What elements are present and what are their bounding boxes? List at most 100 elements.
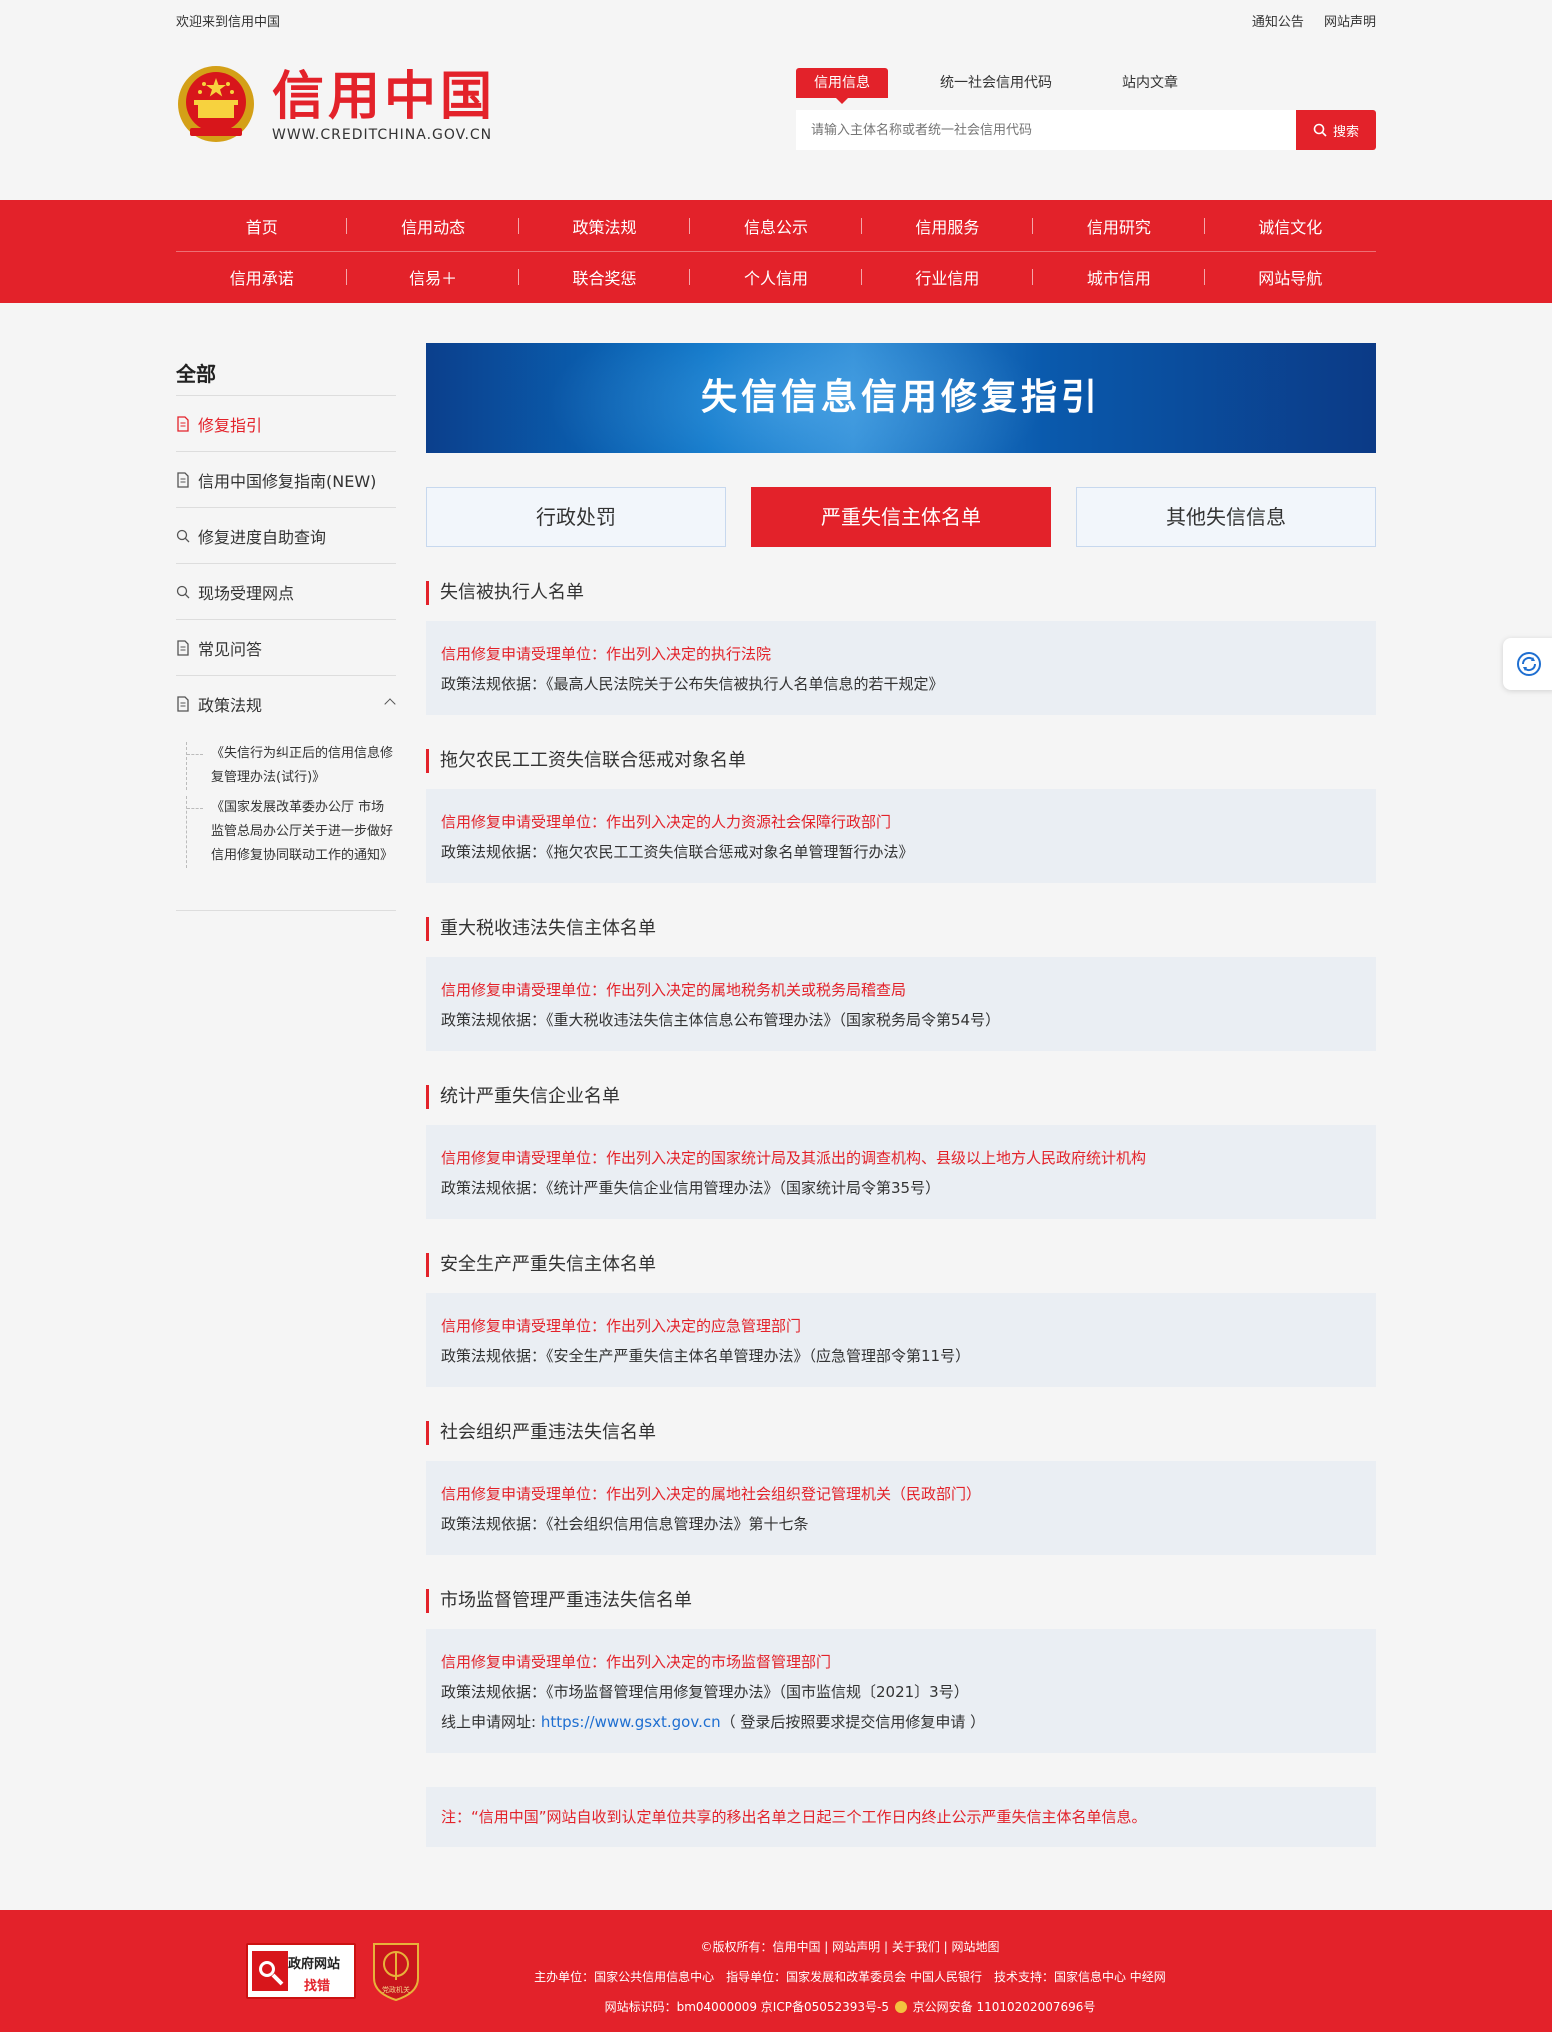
nav-credit-research[interactable]: 信用研究 xyxy=(1033,214,1205,238)
nav-site-navigation[interactable]: 网站导航 xyxy=(1205,265,1376,289)
nav-industry-credit[interactable]: 行业信用 xyxy=(862,265,1034,289)
sidebar-sub-item[interactable]: 《失信行为纠正后的信用信息修复管理办法(试行)》 xyxy=(186,742,396,790)
search-icon xyxy=(1313,123,1327,137)
section-basis: 政策法规依据：《社会组织信用信息管理办法》第十七条 xyxy=(441,1515,809,1533)
search-button[interactable]: 搜索 xyxy=(1296,110,1376,150)
search-panel: 信用信息 统一社会信用代码 站内文章 搜索 xyxy=(796,68,1376,150)
magnifier-icon xyxy=(252,1951,288,1991)
online-url-link[interactable]: https://www.gsxt.gov.cn xyxy=(541,1713,721,1731)
category-tabs: 行政处罚 严重失信主体名单 其他失信信息 xyxy=(426,487,1376,547)
footer-registration: 网站标识码：bm04000009 京ICP备05052393号-5 京公网安备 … xyxy=(400,1992,1300,2022)
statement-link[interactable]: 网站声明 xyxy=(1324,15,1376,30)
gov-site-error-badge[interactable]: 政府网站 找错 xyxy=(246,1943,356,1999)
nav-home[interactable]: 首页 xyxy=(176,214,348,238)
online-application: 线上申请网址: https://www.gsxt.gov.cn（ 登录后按照要求… xyxy=(441,1707,1361,1737)
document-icon xyxy=(177,696,189,712)
sidebar-item-label: 常见问答 xyxy=(198,639,263,659)
online-label: 线上申请网址: xyxy=(441,1713,541,1731)
footer-text: ©版权所有：信用中国 | 网站声明 | 关于我们 | 网站地图 主办单位：国家公… xyxy=(400,1932,1300,2022)
national-emblem-icon xyxy=(176,60,256,150)
section-unit: 信用修复申请受理单位：作出列入决定的应急管理部门 xyxy=(441,1317,802,1335)
sidebar-item-label: 修复进度自助查询 xyxy=(198,527,327,547)
document-icon xyxy=(177,415,189,432)
site-domain: WWW.CREDITCHINA.GOV.CN xyxy=(272,127,493,143)
search-button-label: 搜索 xyxy=(1332,124,1359,140)
search-tab-credit-code[interactable]: 统一社会信用代码 xyxy=(922,68,1070,98)
section-unit: 信用修复申请受理单位：作出列入决定的属地税务机关或税务局稽查局 xyxy=(441,981,907,999)
police-badge-icon xyxy=(894,2001,907,2013)
float-service-button[interactable] xyxy=(1503,638,1552,690)
section-unit: 信用修复申请受理单位：作出列入决定的市场监督管理部门 xyxy=(441,1653,832,1671)
refresh-icon xyxy=(1517,652,1541,676)
nav-credit-services[interactable]: 信用服务 xyxy=(862,214,1034,238)
section-wage-arrears: 拖欠农民工工资失信联合惩戒对象名单 信用修复申请受理单位：作出列入决定的人力资源… xyxy=(426,749,1376,883)
search-input[interactable] xyxy=(796,110,1296,150)
site-logo[interactable]: 信用中国 WWW.CREDITCHINA.GOV.CN xyxy=(176,60,496,150)
chevron-up-icon[interactable] xyxy=(384,698,396,710)
nav-city-credit[interactable]: 城市信用 xyxy=(1033,265,1205,289)
sidebar-item-repair-manual[interactable]: 信用中国修复指南(NEW) xyxy=(176,452,396,508)
section-unit: 信用修复申请受理单位：作出列入决定的人力资源社会保障行政部门 xyxy=(441,813,892,831)
footer-sponsors: 主办单位：国家公共信用信息中心 指导单位：国家发展和改革委员会 中国人民银行 技… xyxy=(534,1970,1166,1984)
tab-administrative-penalty[interactable]: 行政处罚 xyxy=(426,487,726,547)
welcome-text: 欢迎来到信用中国 xyxy=(176,14,281,30)
footer-icp[interactable]: 网站标识码：bm04000009 京ICP备05052393号-5 xyxy=(605,2000,889,2014)
gov-badge-line2: 找错 xyxy=(304,1979,331,1994)
section-unit: 信用修复申请受理单位：作出列入决定的执行法院 xyxy=(441,645,772,663)
section-social-organizations: 社会组织严重违法失信名单 信用修复申请受理单位：作出列入决定的属地社会组织登记管… xyxy=(426,1421,1376,1555)
section-title: 拖欠农民工工资失信联合惩戒对象名单 xyxy=(426,749,1376,773)
search-tab-articles[interactable]: 站内文章 xyxy=(1104,68,1196,98)
footer-public-security[interactable]: 京公网安备 11010202007696号 xyxy=(913,2000,1096,2014)
nav-policies[interactable]: 政策法规 xyxy=(519,214,691,238)
sidebar-item-policies[interactable]: 政策法规 xyxy=(176,676,396,732)
sidebar-item-label: 政策法规 xyxy=(198,696,263,715)
section-market-supervision: 市场监督管理严重违法失信名单 信用修复申请受理单位：作出列入决定的市场监督管理部… xyxy=(426,1589,1376,1753)
nav-personal-credit[interactable]: 个人信用 xyxy=(690,265,863,289)
section-title: 失信被执行人名单 xyxy=(426,581,1376,605)
gov-badge-line1: 政府网站 xyxy=(288,1957,341,1972)
header: 信用中国 WWW.CREDITCHINA.GOV.CN 信用信息 统一社会信用代… xyxy=(176,60,1376,160)
section-title: 社会组织严重违法失信名单 xyxy=(426,1421,1376,1445)
section-tax-violation: 重大税收违法失信主体名单 信用修复申请受理单位：作出列入决定的属地税务机关或税务… xyxy=(426,917,1376,1051)
sidebar-item-label: 现场受理网点 xyxy=(198,583,295,603)
search-tab-credit-info[interactable]: 信用信息 xyxy=(796,68,888,104)
note-box: 注：“信用中国”网站自收到认定单位共享的移出名单之日起三个工作日内终止公示严重失… xyxy=(426,1787,1376,1847)
footer-copyright[interactable]: ©版权所有：信用中国 | 网站声明 | 关于我们 | 网站地图 xyxy=(400,1932,1300,1962)
document-icon xyxy=(177,639,189,656)
nav-credit-news[interactable]: 信用动态 xyxy=(347,214,520,238)
section-title: 市场监督管理严重违法失信名单 xyxy=(426,1589,1376,1613)
notice-link[interactable]: 通知公告 xyxy=(1252,15,1304,30)
sidebar-item-repair-guide[interactable]: 修复指引 xyxy=(176,396,396,452)
site-name: 信用中国 xyxy=(272,67,497,127)
section-unit: 信用修复申请受理单位：作出列入决定的属地社会组织登记管理机关（民政部门） xyxy=(441,1485,982,1503)
sidebar-sub-list: 《失信行为纠正后的信用信息修复管理办法(试行)》 《国家发展改革委办公厅 市场监… xyxy=(176,732,396,911)
search-tabs: 信用信息 统一社会信用代码 站内文章 xyxy=(796,68,1376,104)
nav-integrity-culture[interactable]: 诚信文化 xyxy=(1205,214,1376,238)
sidebar-title: 全部 xyxy=(176,350,396,396)
section-basis: 政策法规依据：《统计严重失信企业信用管理办法》（国家统计局令第35号） xyxy=(441,1179,941,1197)
nav-joint-rewards[interactable]: 联合奖惩 xyxy=(519,265,691,289)
section-title: 重大税收违法失信主体名单 xyxy=(426,917,1376,941)
page-title: 失信信息信用修复指引 xyxy=(700,377,1101,418)
section-judgment-defaulters: 失信被执行人名单 信用修复申请受理单位：作出列入决定的执行法院 政策法规依据：《… xyxy=(426,581,1376,715)
tab-serious-dishonesty-list[interactable]: 严重失信主体名单 xyxy=(751,487,1051,547)
search-icon xyxy=(176,529,190,542)
section-title: 统计严重失信企业名单 xyxy=(426,1085,1376,1109)
sidebar-item-label: 信用中国修复指南(NEW) xyxy=(198,471,377,491)
footer: 政府网站 找错 党政机关 ©版权所有：信用中国 | 网站声明 | 关于我们 | … xyxy=(0,1910,1552,2032)
sidebar-sub-item[interactable]: 《国家发展改革委办公厅 市场监管总局办公厅关于进一步做好信用修复协同联动工作的通… xyxy=(186,796,396,868)
section-unit: 信用修复申请受理单位：作出列入决定的国家统计局及其派出的调查机构、县级以上地方人… xyxy=(441,1149,1147,1167)
main-nav: 首页 信用动态 政策法规 信息公示 信用服务 信用研究 诚信文化 信用承诺 信易… xyxy=(0,200,1552,303)
sidebar-item-faq[interactable]: 常见问答 xyxy=(176,620,396,676)
main-content: 失信信息信用修复指引 行政处罚 严重失信主体名单 其他失信信息 失信被执行人名单… xyxy=(426,343,1376,1847)
online-tip: （ 登录后按照要求提交信用修复申请 ） xyxy=(720,1713,986,1731)
sidebar-item-label: 修复指引 xyxy=(198,415,263,435)
nav-xinyi-plus[interactable]: 信易＋ xyxy=(347,265,520,289)
sidebar-item-progress-query[interactable]: 修复进度自助查询 xyxy=(176,508,396,564)
tab-other-dishonesty-info[interactable]: 其他失信信息 xyxy=(1076,487,1376,547)
nav-credit-commitment[interactable]: 信用承诺 xyxy=(176,265,348,289)
page-banner: 失信信息信用修复指引 xyxy=(426,343,1376,453)
sidebar-item-service-points[interactable]: 现场受理网点 xyxy=(176,564,396,620)
nav-info-disclosure[interactable]: 信息公示 xyxy=(690,214,863,238)
section-statistics: 统计严重失信企业名单 信用修复申请受理单位：作出列入决定的国家统计局及其派出的调… xyxy=(426,1085,1376,1219)
